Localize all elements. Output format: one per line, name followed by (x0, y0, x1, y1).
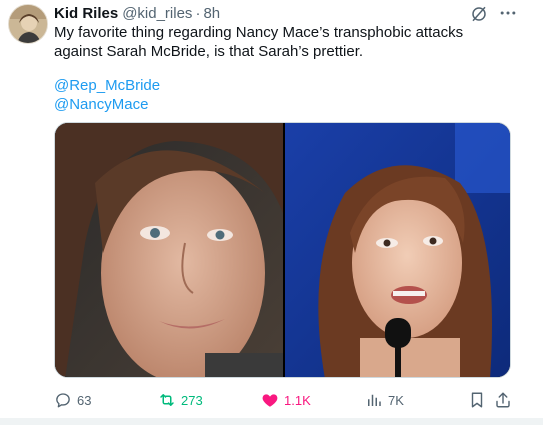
share-button[interactable] (494, 390, 517, 410)
views-count: 7K (388, 392, 404, 408)
reply-button[interactable]: 63 (54, 390, 91, 410)
like-count: 1.1K (284, 392, 311, 408)
reply-count: 63 (77, 392, 92, 408)
tweet-header: Kid Riles @kid_riles · 8h (54, 4, 220, 22)
grok-icon[interactable] (470, 5, 488, 23)
retweet-button[interactable]: 273 (158, 390, 203, 410)
mention-link-rep-mcbride[interactable]: @Rep_McBride (54, 76, 160, 95)
author-name[interactable]: Kid Riles (54, 5, 118, 22)
author-handle[interactable]: @kid_riles (122, 5, 192, 22)
bookmark-button[interactable] (468, 390, 491, 410)
like-button[interactable]: 1.1K (261, 390, 311, 410)
retweet-count: 273 (181, 392, 203, 408)
media-grid[interactable] (54, 122, 511, 378)
more-icon[interactable] (498, 4, 518, 22)
views-button[interactable]: 7K (365, 390, 404, 410)
bookmark-icon (471, 392, 483, 408)
action-bar: 63 273 1.1K 7K (54, 390, 516, 410)
views-icon (368, 394, 381, 406)
mention-link-nancymace[interactable]: @NancyMace (54, 95, 148, 114)
tweet-card[interactable]: Kid Riles @kid_riles · 8h My favorite th… (0, 0, 543, 418)
separator-dot: · (195, 4, 201, 22)
photo-right[interactable] (285, 123, 511, 378)
photo-left[interactable] (55, 123, 283, 378)
reply-icon (56, 393, 70, 408)
retweet-icon (160, 394, 174, 406)
tweet-text: My favorite thing regarding Nancy Mace’s… (54, 24, 464, 60)
timestamp[interactable]: 8h (203, 5, 220, 22)
share-icon (496, 392, 510, 408)
heart-icon (262, 394, 278, 407)
avatar[interactable] (8, 4, 48, 44)
feed-divider (0, 418, 543, 425)
